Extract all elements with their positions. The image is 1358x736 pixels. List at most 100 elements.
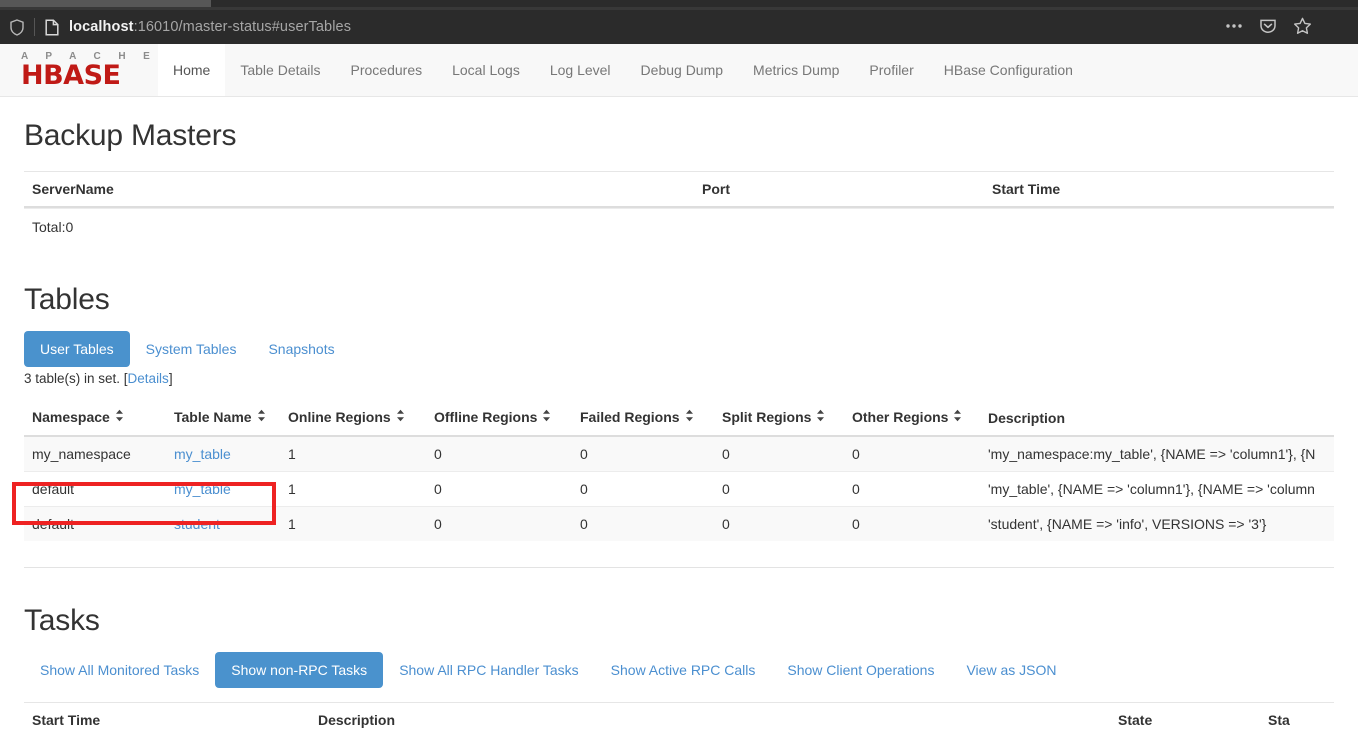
sort-indicator-icon[interactable] bbox=[115, 409, 126, 425]
column-header-namespace[interactable]: Namespace bbox=[24, 400, 166, 438]
url-path: :16010/master-status#userTables bbox=[133, 19, 352, 35]
tables-details-link[interactable]: Details bbox=[128, 371, 169, 386]
tab-show-non-rpc-tasks[interactable]: Show non-RPC Tasks bbox=[215, 652, 384, 689]
sort-indicator-icon[interactable] bbox=[953, 409, 964, 425]
nav-item-log-level[interactable]: Log Level bbox=[535, 44, 626, 96]
cell-table-name: student bbox=[166, 506, 280, 542]
column-header-table-name-label: Table Name bbox=[174, 409, 252, 425]
column-header-description[interactable]: Description bbox=[310, 702, 1110, 736]
cell-failed-regions: 0 bbox=[572, 435, 714, 472]
tables-count-prefix: 3 table(s) in set. [ bbox=[24, 371, 128, 386]
tab-snapshots[interactable]: Snapshots bbox=[252, 331, 350, 367]
tracking-protection-shield-icon[interactable] bbox=[0, 18, 34, 36]
cell-description: 'my_table', {NAME => 'column1'}, {NAME =… bbox=[980, 471, 1334, 507]
column-header-failed-regions[interactable]: Failed Regions bbox=[572, 400, 714, 438]
backup-masters-title: Backup Masters bbox=[24, 119, 237, 152]
tab-show-all-rpc-handler-tasks[interactable]: Show All RPC Handler Tasks bbox=[383, 652, 594, 688]
column-header-port[interactable]: Port bbox=[694, 171, 984, 208]
sort-indicator-icon[interactable] bbox=[816, 409, 827, 425]
cell-online-regions: 1 bbox=[280, 435, 426, 472]
address-bar-actions bbox=[1224, 16, 1312, 36]
sort-indicator-icon[interactable] bbox=[396, 409, 407, 425]
column-header-namespace-label: Namespace bbox=[32, 409, 110, 425]
column-header-state[interactable]: State bbox=[1110, 702, 1260, 736]
column-header-failed-regions-label: Failed Regions bbox=[580, 409, 680, 425]
cell-namespace: my_namespace bbox=[24, 435, 166, 472]
logo-hbase-text: HBASE bbox=[21, 60, 121, 91]
column-header-online-regions[interactable]: Online Regions bbox=[280, 400, 426, 438]
table-header-row: ServerName Port Start Time bbox=[24, 171, 1334, 208]
table-name-link[interactable]: student bbox=[174, 516, 220, 532]
tab-show-client-operations[interactable]: Show Client Operations bbox=[771, 652, 950, 688]
cell-namespace: default bbox=[24, 471, 166, 507]
cell-namespace: default bbox=[24, 506, 166, 542]
column-header-offline-regions[interactable]: Offline Regions bbox=[426, 400, 572, 438]
nav-item-home[interactable]: Home bbox=[158, 44, 226, 96]
ellipsis-icon[interactable] bbox=[1224, 16, 1244, 36]
cell-online-regions: 1 bbox=[280, 506, 426, 542]
tab-view-as-json[interactable]: View as JSON bbox=[950, 652, 1072, 688]
tab-user-tables[interactable]: User Tables bbox=[24, 331, 130, 367]
sort-indicator-icon[interactable] bbox=[685, 409, 696, 425]
cell-split-regions: 0 bbox=[714, 471, 844, 507]
pocket-icon[interactable] bbox=[1258, 16, 1278, 36]
column-header-other-regions-label: Other Regions bbox=[852, 409, 949, 425]
column-header-split-regions[interactable]: Split Regions bbox=[714, 400, 844, 438]
column-header-online-regions-label: Online Regions bbox=[288, 409, 391, 425]
column-header-table-name[interactable]: Table Name bbox=[166, 400, 280, 438]
nav-item-table-details[interactable]: Table Details bbox=[225, 44, 335, 96]
page-document-icon bbox=[35, 18, 69, 36]
column-header-start-time[interactable]: Start Time bbox=[24, 702, 310, 736]
tab-show-active-rpc-calls[interactable]: Show Active RPC Calls bbox=[595, 652, 772, 688]
url-text[interactable]: localhost:16010/master-status#userTables bbox=[69, 19, 351, 35]
browser-tab-strip-active[interactable] bbox=[0, 0, 211, 7]
nav-item-debug-dump[interactable]: Debug Dump bbox=[626, 44, 739, 96]
tables-tab-group: User Tables System Tables Snapshots bbox=[24, 331, 1334, 367]
backup-masters-table: ServerName Port Start Time bbox=[24, 171, 1334, 208]
column-header-offline-regions-label: Offline Regions bbox=[434, 409, 538, 425]
hbase-logo[interactable]: A P A C H E HBASE bbox=[0, 44, 158, 96]
tab-system-tables[interactable]: System Tables bbox=[130, 331, 253, 367]
nav-item-procedures[interactable]: Procedures bbox=[336, 44, 438, 96]
cell-split-regions: 0 bbox=[714, 435, 844, 472]
sort-indicator-icon[interactable] bbox=[257, 409, 268, 425]
cell-online-regions: 1 bbox=[280, 471, 426, 507]
address-bar[interactable]: localhost:16010/master-status#userTables bbox=[0, 10, 1358, 44]
column-header-other-regions[interactable]: Other Regions bbox=[844, 400, 980, 438]
nav-item-local-logs[interactable]: Local Logs bbox=[437, 44, 535, 96]
cell-split-regions: 0 bbox=[714, 506, 844, 542]
browser-chrome: localhost:16010/master-status#userTables bbox=[0, 0, 1358, 44]
nav-item-hbase-configuration[interactable]: HBase Configuration bbox=[929, 44, 1088, 96]
cell-table-name: my_table bbox=[166, 471, 280, 507]
nav-item-profiler[interactable]: Profiler bbox=[854, 44, 928, 96]
cell-description: 'student', {NAME => 'info', VERSIONS => … bbox=[980, 506, 1334, 542]
sort-indicator-icon[interactable] bbox=[542, 409, 553, 425]
column-header-split-regions-label: Split Regions bbox=[722, 409, 812, 425]
tables-title: Tables bbox=[24, 283, 110, 316]
tables-count-suffix: ] bbox=[168, 371, 173, 386]
section-divider bbox=[24, 567, 1334, 569]
main-navbar: A P A C H E HBASE Home Table Details Pro… bbox=[0, 44, 1358, 97]
table-name-link[interactable]: my_table bbox=[174, 481, 231, 497]
page-content: Backup Masters ServerName Port Start Tim… bbox=[0, 119, 1358, 736]
column-header-status[interactable]: Sta bbox=[1260, 702, 1334, 736]
cell-offline-regions: 0 bbox=[426, 471, 572, 507]
star-icon[interactable] bbox=[1292, 16, 1312, 36]
column-header-start-time[interactable]: Start Time bbox=[984, 171, 1334, 208]
table-row: my_namespace my_table 1 0 0 0 0 'my_name… bbox=[24, 435, 1334, 472]
tasks-table: Start Time Description State Sta bbox=[24, 702, 1334, 736]
user-tables-table: Namespace Table Name Online Regions Offl… bbox=[24, 400, 1334, 542]
nav-item-metrics-dump[interactable]: Metrics Dump bbox=[738, 44, 854, 96]
cell-description: 'my_namespace:my_table', {NAME => 'colum… bbox=[980, 435, 1334, 472]
column-header-servername[interactable]: ServerName bbox=[24, 171, 694, 208]
cell-other-regions: 0 bbox=[844, 435, 980, 472]
browser-tab-strip[interactable] bbox=[211, 0, 1358, 7]
url-host: localhost bbox=[69, 19, 134, 35]
table-name-link[interactable]: my_table bbox=[174, 446, 231, 462]
table-header-row: Namespace Table Name Online Regions Offl… bbox=[24, 400, 1334, 438]
cell-failed-regions: 0 bbox=[572, 471, 714, 507]
cell-other-regions: 0 bbox=[844, 506, 980, 542]
page-body: A P A C H E HBASE Home Table Details Pro… bbox=[0, 44, 1358, 736]
tab-show-all-monitored-tasks[interactable]: Show All Monitored Tasks bbox=[24, 652, 215, 688]
cell-offline-regions: 0 bbox=[426, 506, 572, 542]
